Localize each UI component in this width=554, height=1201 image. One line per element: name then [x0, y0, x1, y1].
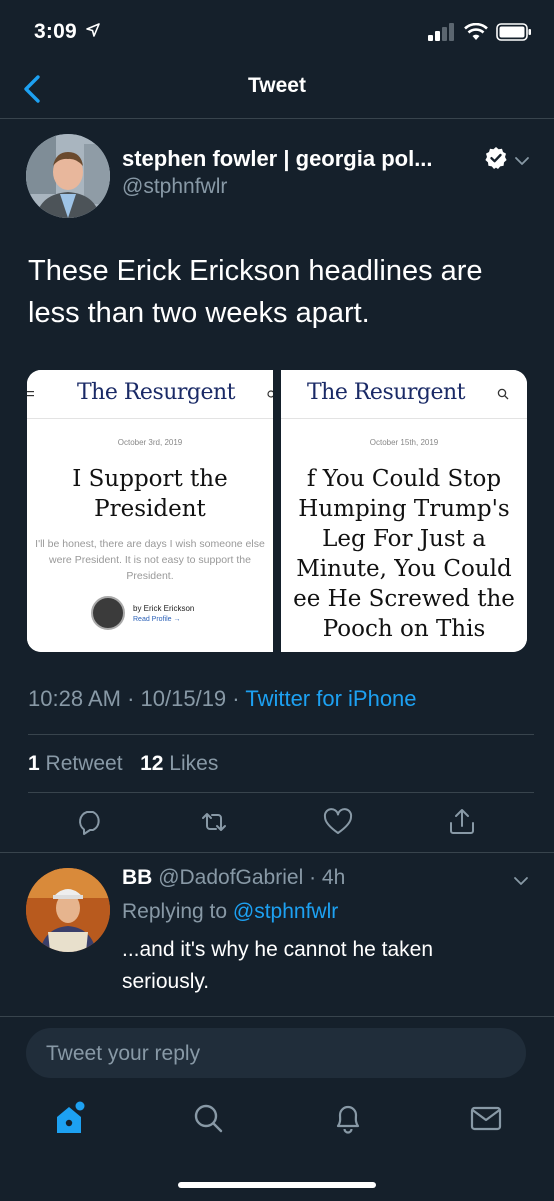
notifications-icon[interactable]	[330, 1100, 366, 1136]
replying-to-label: Replying to	[122, 900, 228, 923]
tweet-stats: 1 Retweet 12 Likes	[28, 752, 218, 776]
replying-to-handle[interactable]: @stphnfwlr	[233, 900, 338, 923]
author-name[interactable]: stephen fowler | georgia pol...	[122, 146, 433, 172]
article-byline: by Erick Erickson	[133, 603, 195, 613]
home-icon[interactable]	[52, 1100, 88, 1136]
reply-author-handle: @DadofGabriel	[158, 866, 304, 889]
author-avatar-image	[26, 134, 110, 218]
article-headline-line: Pooch on This	[322, 616, 486, 642]
location-arrow-icon	[86, 23, 100, 37]
reply-avatar-image	[26, 868, 110, 952]
media-image-left[interactable]: The Resurgent October 3rd, 2019 I Suppor…	[27, 370, 273, 652]
article-author: by Erick Erickson Read Profile →	[91, 596, 194, 630]
publication-logo: The Resurgent	[77, 380, 236, 405]
search-icon	[497, 388, 509, 400]
tweet-timestamp: 10:28 AM · 10/15/19 · Twitter for iPhone	[28, 686, 417, 711]
reply-options-chevron-icon[interactable]	[512, 872, 530, 890]
home-indicator	[178, 1182, 376, 1188]
retweets-count: 1	[28, 752, 40, 775]
cellular-signal-icon	[428, 23, 454, 41]
likes-count: 12	[140, 752, 164, 775]
status-time-text: 3:09	[34, 20, 77, 43]
page-title: Tweet	[248, 74, 306, 97]
share-icon[interactable]	[446, 806, 478, 838]
author-avatar[interactable]	[26, 134, 110, 218]
tweet-options-chevron-icon[interactable]	[513, 152, 531, 170]
panel-divider	[281, 418, 527, 419]
article-author-avatar	[91, 596, 125, 630]
panel-divider	[27, 418, 273, 419]
replying-to: Replying to @stphnfwlr	[122, 900, 338, 924]
reply-input[interactable]	[44, 1028, 508, 1080]
reply-time: 4h	[321, 866, 346, 889]
meta-divider	[28, 734, 534, 735]
retweet-icon[interactable]	[198, 806, 230, 838]
reply-icon[interactable]	[74, 806, 106, 838]
reply-composer[interactable]	[26, 1028, 526, 1080]
article-date: October 15th, 2019	[369, 438, 439, 447]
tweet-date: 10/15/19	[140, 686, 227, 711]
status-icons	[428, 20, 532, 44]
wifi-icon	[464, 23, 488, 40]
tweet-source-link[interactable]: Twitter for iPhone	[245, 686, 416, 711]
actions-divider	[0, 852, 554, 853]
messages-icon[interactable]	[468, 1100, 504, 1136]
tweet-text: These Erick Erickson headlines are less …	[28, 255, 483, 329]
article-headline-line: Minute, You Could	[296, 556, 512, 582]
likes-stat[interactable]: 12 Likes	[140, 752, 218, 775]
nav-divider	[0, 118, 554, 119]
retweets-stat[interactable]: 1 Retweet	[28, 752, 123, 775]
menu-icon	[27, 391, 34, 397]
retweets-label: Retweet	[45, 752, 123, 775]
media-image-right[interactable]: The Resurgent October 15th, 2019 f You C…	[281, 370, 527, 652]
media-separator	[273, 370, 281, 652]
article-date: October 3rd, 2019	[117, 438, 183, 447]
article-headline-line: Humping Trump's	[298, 496, 510, 522]
likes-label: Likes	[169, 752, 219, 775]
reply-author[interactable]: BB @DadofGabriel · 4h	[122, 866, 345, 890]
article-headline-line: f You Could Stop	[306, 466, 502, 492]
like-heart-icon[interactable]	[322, 806, 354, 838]
article-headline-line: President	[94, 496, 206, 522]
author-handle[interactable]: @stphnfwlr	[122, 175, 227, 199]
stats-divider	[28, 792, 534, 793]
search-icon[interactable]	[190, 1100, 226, 1136]
article-headline-line: I Support the	[72, 466, 228, 492]
publication-logo: The Resurgent	[307, 380, 466, 405]
tweet-time: 10:28 AM	[28, 686, 121, 711]
tweet-actions	[0, 806, 554, 842]
reply-author-avatar[interactable]	[26, 868, 110, 952]
reply-text: ...and it's why he cannot he taken serio…	[122, 938, 434, 993]
article-headline-line: Leg For Just a	[322, 526, 486, 552]
reply-author-name: BB	[122, 866, 153, 889]
tweet-media[interactable]: The Resurgent October 3rd, 2019 I Suppor…	[27, 370, 527, 652]
status-time: 3:09	[34, 20, 100, 44]
article-excerpt: I'll be honest, there are days I wish so…	[35, 538, 265, 582]
verified-badge-icon	[485, 147, 507, 169]
battery-icon	[496, 23, 531, 41]
article-headline-line: ee He Screwed the	[293, 586, 515, 612]
read-profile-link: Read Profile →	[133, 615, 181, 623]
